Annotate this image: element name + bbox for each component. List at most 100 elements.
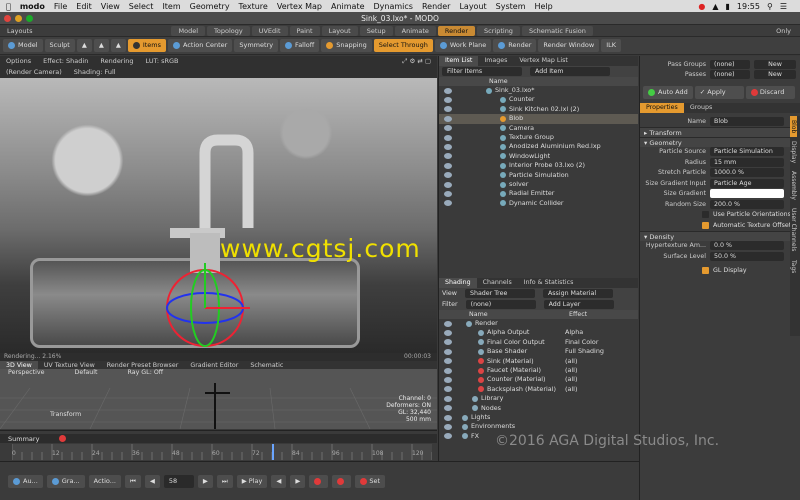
render-viewport[interactable]: Options Effect: Shadin Rendering LUT: sR… xyxy=(0,56,437,361)
shader-row[interactable]: Environments xyxy=(439,422,638,431)
search-icon[interactable]: ⚲ xyxy=(767,2,773,11)
add-layer-button[interactable]: Add Layer xyxy=(543,300,614,309)
menu-layout[interactable]: Layout xyxy=(459,2,486,11)
visibility-eye-icon[interactable] xyxy=(444,414,452,421)
menu-app[interactable]: modo xyxy=(20,2,45,11)
tab-shading[interactable]: Shading xyxy=(439,278,477,288)
visibility-eye-icon[interactable] xyxy=(444,405,452,412)
item-list-row[interactable]: Interior Probe 03.lxo (2) xyxy=(439,161,638,170)
pass-groups-new-button[interactable]: New xyxy=(754,59,796,69)
surface-level-field[interactable]: 50.0 % xyxy=(710,251,784,261)
shader-row[interactable]: Lights xyxy=(439,413,638,422)
item-list-row[interactable]: WindowLight xyxy=(439,152,638,161)
battery-icon[interactable]: ▮ xyxy=(726,2,730,11)
graph-editor-button[interactable]: Gra... xyxy=(46,474,85,488)
item-list-row[interactable]: Sink_03.lxo* xyxy=(439,86,638,95)
shading-mode[interactable]: Shading: Full xyxy=(74,68,116,77)
auto-key-button[interactable]: Au... xyxy=(8,474,43,488)
visibility-eye-icon[interactable] xyxy=(444,172,452,179)
tab-paint[interactable]: Paint xyxy=(289,25,320,36)
shader-row[interactable]: Render xyxy=(439,319,638,328)
visibility-eye-icon[interactable] xyxy=(444,320,452,327)
tab-animate[interactable]: Animate xyxy=(394,25,436,36)
ray-gl-menu[interactable]: Ray GL: Off xyxy=(127,369,163,378)
viewport-options[interactable]: Options xyxy=(6,57,31,66)
render-window-button[interactable]: Render Window xyxy=(538,39,600,52)
transform-section[interactable]: ▸ Transform xyxy=(640,126,800,137)
menu-dynamics[interactable]: Dynamics xyxy=(374,2,413,11)
discard-button[interactable]: Discard xyxy=(745,86,795,99)
auto-texture-offset-checkbox[interactable] xyxy=(702,221,709,229)
visibility-eye-icon[interactable] xyxy=(444,358,452,365)
passes-select[interactable]: (none) xyxy=(710,70,750,80)
hypertexture-field[interactable]: 0.0 % xyxy=(710,241,784,251)
tab-render[interactable]: Render xyxy=(437,25,476,36)
tab-vertex-map-list[interactable]: Vertex Map List xyxy=(513,56,574,66)
property-value-field[interactable]: Particle Simulation xyxy=(710,147,784,157)
viewport-controls-icon[interactable]: ⤢ ⚙ ⇄ ▢ xyxy=(402,57,431,66)
auto-add-button[interactable]: Auto Add xyxy=(643,86,693,99)
visibility-eye-icon[interactable] xyxy=(444,200,452,207)
go-to-end-icon[interactable]: ⏭ xyxy=(216,474,233,488)
tab-item-list[interactable]: Item List xyxy=(439,56,479,66)
item-list-row[interactable]: Counter xyxy=(439,95,638,104)
visibility-eye-icon[interactable] xyxy=(444,395,452,402)
viewport-effect[interactable]: Effect: Shadin xyxy=(43,57,88,66)
menu-animate[interactable]: Animate xyxy=(331,2,365,11)
render-camera[interactable]: (Render Camera) xyxy=(6,68,62,77)
shader-row[interactable]: Final Color Output Final Color xyxy=(439,338,638,347)
menu-help[interactable]: Help xyxy=(535,2,553,11)
step-forward-icon[interactable]: ▶ xyxy=(197,474,213,488)
menu-file[interactable]: File xyxy=(54,2,67,11)
visibility-eye-icon[interactable] xyxy=(444,377,452,384)
ilk-button[interactable]: ILK xyxy=(601,39,622,52)
step-back-icon[interactable]: ◀ xyxy=(144,474,160,488)
wifi-icon[interactable]: ▲ xyxy=(712,2,718,11)
symmetry-button[interactable]: Symmetry xyxy=(234,39,279,52)
items-button[interactable]: Items xyxy=(127,39,167,52)
side-tab-assembly[interactable]: Assembly xyxy=(790,167,797,204)
visibility-eye-icon[interactable] xyxy=(444,330,452,337)
perspective-menu[interactable]: Perspective xyxy=(8,369,44,378)
shader-row[interactable]: Faucet (Material) (all) xyxy=(439,366,638,375)
shader-row[interactable]: Base Shader Full Shading xyxy=(439,347,638,356)
play-button[interactable]: ▶ Play xyxy=(236,474,268,488)
default-menu[interactable]: Default xyxy=(74,369,97,378)
visibility-eye-icon[interactable] xyxy=(444,367,452,374)
shader-row[interactable]: Sink (Material) (all) xyxy=(439,357,638,366)
model-mode-button[interactable]: Model xyxy=(3,39,43,52)
set-key-button[interactable]: Set xyxy=(355,474,386,488)
visibility-eye-icon[interactable] xyxy=(444,125,452,132)
auto-texture-offset-row[interactable]: Automatic Texture Offset xyxy=(640,220,800,231)
item-list-row[interactable]: Camera xyxy=(439,124,638,133)
apply-button[interactable]: ✓ Apply xyxy=(694,86,744,99)
tab-model[interactable]: Model xyxy=(171,25,206,36)
item-list-row[interactable]: solver xyxy=(439,180,638,189)
shader-row[interactable]: Library xyxy=(439,394,638,403)
pass-groups-select[interactable]: (none) xyxy=(710,59,750,69)
tab-setup[interactable]: Setup xyxy=(359,25,393,36)
tab-schematic-fusion[interactable]: Schematic Fusion xyxy=(521,25,593,36)
layouts-menu[interactable]: Layouts xyxy=(0,26,39,36)
render-button[interactable]: Render xyxy=(493,39,537,52)
current-frame-field[interactable]: 58 xyxy=(163,474,194,488)
menu-edit[interactable]: Edit xyxy=(76,2,92,11)
viewport-rendering[interactable]: Rendering xyxy=(100,57,133,66)
visibility-eye-icon[interactable] xyxy=(444,348,452,355)
visibility-eye-icon[interactable] xyxy=(444,181,452,188)
item-list-row[interactable]: Blob xyxy=(439,114,638,124)
work-plane-button[interactable]: Work Plane xyxy=(434,39,492,52)
tab-info-statistics[interactable]: Info & Statistics xyxy=(518,278,580,288)
menu-view[interactable]: View xyxy=(101,2,120,11)
item-list-row[interactable]: Particle Simulation xyxy=(439,171,638,180)
add-item-button[interactable]: Add Item xyxy=(530,67,610,76)
key-record-icon[interactable] xyxy=(59,435,67,442)
visibility-eye-icon[interactable] xyxy=(444,106,452,113)
vertices-icon[interactable]: ▲ xyxy=(76,39,92,52)
visibility-eye-icon[interactable] xyxy=(444,162,452,169)
visibility-eye-icon[interactable] xyxy=(444,144,452,151)
3d-view-panel[interactable]: Perspective Default Ray GL: Off Transfor… xyxy=(0,369,437,429)
property-value-field[interactable]: 200.0 % xyxy=(710,199,784,209)
visibility-eye-icon[interactable] xyxy=(444,433,452,440)
sculpt-mode-button[interactable]: Sculpt xyxy=(44,39,75,52)
